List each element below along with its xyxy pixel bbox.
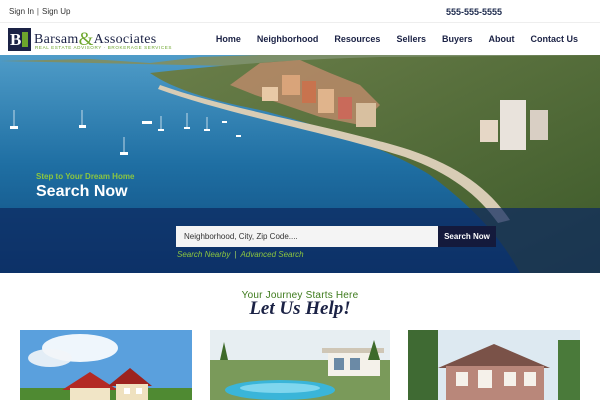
hero-subheading: Step to Your Dream Home xyxy=(36,172,135,181)
auth-links: Sign In | Sign Up xyxy=(9,7,70,16)
sign-in-link[interactable]: Sign In xyxy=(9,7,34,16)
nav-contact-us[interactable]: Contact Us xyxy=(530,34,578,44)
search-links: Search Nearby | Advanced Search xyxy=(177,250,304,259)
nav-neighborhood[interactable]: Neighborhood xyxy=(257,34,319,44)
advanced-search-link[interactable]: Advanced Search xyxy=(240,250,303,259)
red-roof-house-photo xyxy=(20,330,192,400)
logo-tagline: REAL ESTATE ADVISORY · BROKERAGE SERVICE… xyxy=(35,45,173,50)
phone-number[interactable]: 555-555-5555 xyxy=(446,7,502,17)
logo-mark-accent xyxy=(22,32,28,47)
feature-card-1[interactable] xyxy=(20,330,192,400)
nav-home[interactable]: Home xyxy=(216,34,241,44)
pool-villa-photo xyxy=(210,330,390,400)
top-utility-bar: Sign In | Sign Up 555-555-5555 xyxy=(0,0,600,22)
site-header: B Barsam&Associates REAL ESTATE ADVISORY… xyxy=(0,22,600,55)
search-now-button[interactable]: Search Now xyxy=(438,226,496,247)
search-links-separator: | xyxy=(234,250,237,259)
nav-about[interactable]: About xyxy=(488,34,514,44)
brick-colonial-house-photo xyxy=(408,330,580,400)
nav-sellers[interactable]: Sellers xyxy=(396,34,426,44)
nav-buyers[interactable]: Buyers xyxy=(442,34,473,44)
logo-mark-letter: B xyxy=(10,30,22,49)
let-us-help-heading: Let Us Help! xyxy=(249,298,351,319)
site-logo[interactable]: B Barsam&Associates REAL ESTATE ADVISORY… xyxy=(8,27,178,53)
nav-resources[interactable]: Resources xyxy=(334,34,380,44)
feature-card-3[interactable] xyxy=(408,330,580,400)
sign-up-link[interactable]: Sign Up xyxy=(42,7,70,16)
logo-mark-icon: B xyxy=(8,28,31,51)
search-nearby-link[interactable]: Search Nearby xyxy=(177,250,230,259)
hero-heading: Search Now xyxy=(36,183,128,200)
search-input[interactable] xyxy=(176,226,438,247)
feature-card-2[interactable] xyxy=(210,330,390,400)
main-nav: Home Neighborhood Resources Sellers Buye… xyxy=(200,34,578,44)
auth-separator: | xyxy=(36,7,39,16)
